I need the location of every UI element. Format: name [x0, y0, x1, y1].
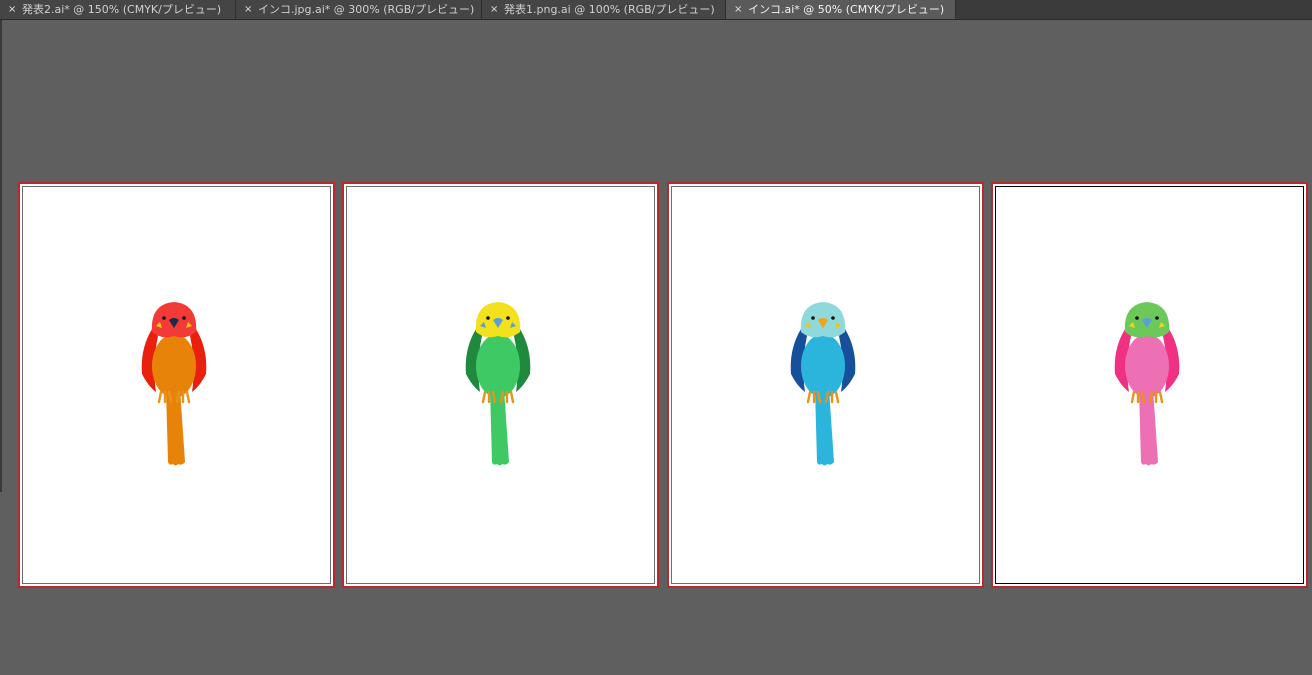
artboard-3[interactable]	[667, 182, 984, 588]
eye-dot	[831, 316, 835, 320]
parakeet-illustration[interactable]	[462, 294, 534, 474]
tab-inko-jpg[interactable]: × インコ.jpg.ai* @ 300% (RGB/プレビュー)	[236, 0, 482, 19]
artboard-4[interactable]	[991, 182, 1308, 588]
body-shape	[801, 334, 845, 398]
body-shape	[152, 334, 196, 398]
parakeet-illustration[interactable]	[138, 294, 210, 474]
close-icon[interactable]: ×	[734, 0, 742, 19]
tab-inko-ai-active[interactable]: × インコ.ai* @ 50% (CMYK/プレビュー)	[726, 0, 956, 19]
eye-dot	[162, 316, 166, 320]
document-tab-bar: × 発表2.ai* @ 150% (CMYK/プレビュー) × インコ.jpg.…	[0, 0, 1312, 20]
close-icon[interactable]: ×	[490, 0, 498, 19]
parakeet-illustration[interactable]	[787, 294, 859, 474]
tab-label: 発表1.png.ai @ 100% (RGB/プレビュー)	[504, 3, 715, 16]
tab-label: インコ.ai* @ 50% (CMYK/プレビュー)	[748, 3, 945, 16]
eye-dot	[486, 316, 490, 320]
body-shape	[1125, 334, 1169, 398]
close-icon[interactable]: ×	[8, 0, 16, 19]
body-shape	[476, 334, 520, 398]
tab-hyohyo1-png[interactable]: × 発表1.png.ai @ 100% (RGB/プレビュー)	[482, 0, 726, 19]
artboard-2[interactable]	[342, 182, 659, 588]
illustrator-window: × 発表2.ai* @ 150% (CMYK/プレビュー) × インコ.jpg.…	[0, 0, 1312, 675]
tab-label: インコ.jpg.ai* @ 300% (RGB/プレビュー)	[258, 3, 475, 16]
eye-dot	[811, 316, 815, 320]
tab-label: 発表2.ai* @ 150% (CMYK/プレビュー)	[22, 3, 222, 16]
parakeet-illustration[interactable]	[1111, 294, 1183, 474]
eye-dot	[506, 316, 510, 320]
artboard-1[interactable]	[18, 182, 335, 588]
eye-dot	[1155, 316, 1159, 320]
canvas-edge	[0, 20, 2, 492]
eye-dot	[182, 316, 186, 320]
close-icon[interactable]: ×	[244, 0, 252, 19]
eye-dot	[1135, 316, 1139, 320]
tab-hyohyo2[interactable]: × 発表2.ai* @ 150% (CMYK/プレビュー)	[0, 0, 236, 19]
